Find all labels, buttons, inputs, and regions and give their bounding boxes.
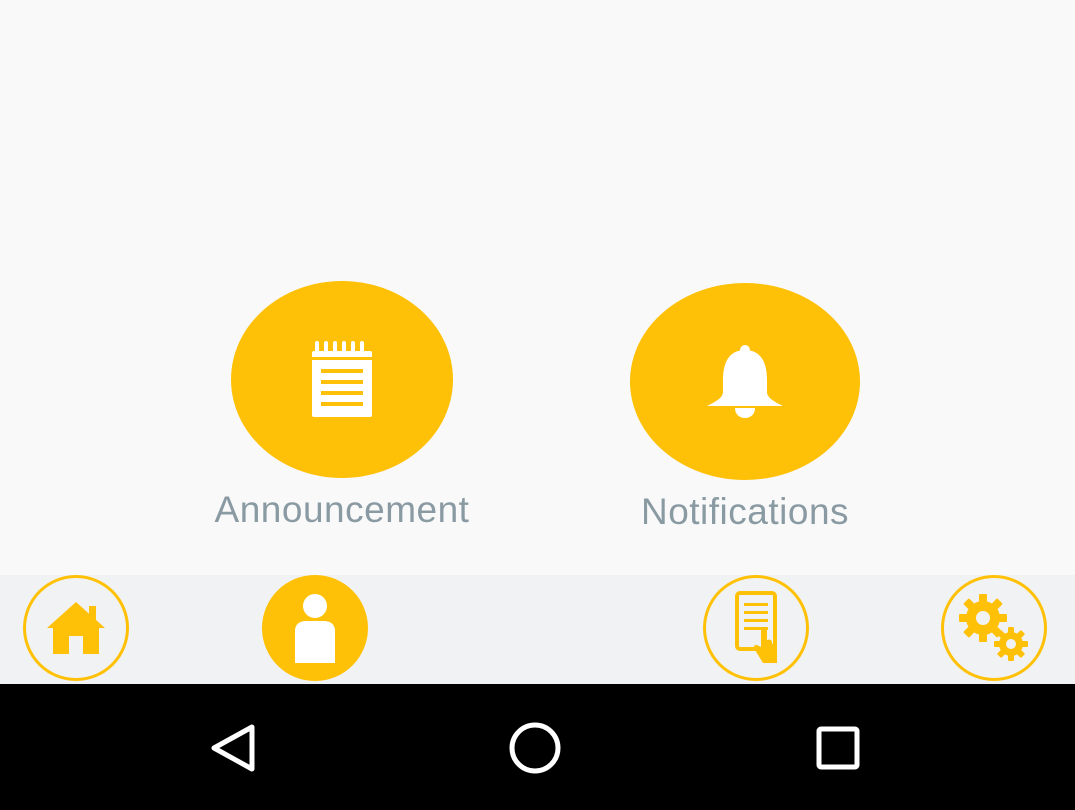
document-touch-icon	[735, 591, 777, 663]
nav-settings-button[interactable]	[941, 575, 1047, 681]
system-back-button[interactable]	[205, 720, 261, 776]
bottom-navigation-bar	[0, 575, 1075, 684]
announcement-label: Announcement	[214, 489, 470, 530]
main-content: Announcement Notifications	[0, 0, 1075, 575]
person-icon	[295, 594, 335, 663]
notepad-icon	[312, 340, 372, 417]
gears-icon	[959, 594, 1028, 661]
notifications-label: Notifications	[640, 491, 850, 532]
back-triangle-icon	[211, 724, 255, 772]
announcement-tile[interactable]: Announcement	[201, 281, 483, 532]
system-recents-button[interactable]	[810, 720, 866, 776]
bell-icon	[707, 344, 783, 418]
system-home-button[interactable]	[507, 720, 563, 776]
home-circle-icon	[509, 722, 561, 774]
nav-document-button[interactable]	[703, 575, 809, 681]
app-screen: Announcement Notifications	[0, 0, 1075, 810]
android-system-navigation-bar	[0, 684, 1075, 810]
recents-square-icon	[816, 726, 860, 770]
home-icon	[47, 602, 105, 654]
notifications-tile[interactable]: Notifications	[604, 283, 886, 534]
nav-home-button[interactable]	[23, 575, 129, 681]
nav-profile-button[interactable]	[262, 575, 368, 681]
announcement-button[interactable]	[231, 281, 453, 478]
notifications-button[interactable]	[630, 283, 860, 480]
